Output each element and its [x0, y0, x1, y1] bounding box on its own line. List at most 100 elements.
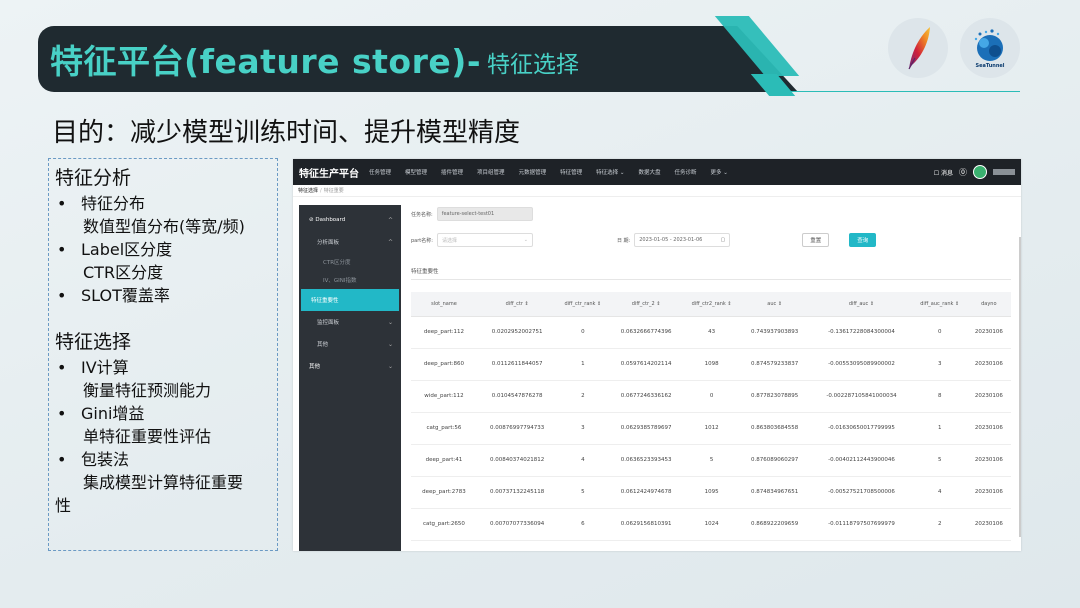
topbar-right: ☐ 消息 ⓪: [934, 165, 1015, 179]
table-cell: 5: [557, 476, 609, 509]
chevron-down-icon: ⌄: [387, 362, 393, 370]
table-cell: 1: [557, 348, 609, 381]
nav-item-task[interactable]: 任务管理: [369, 168, 391, 176]
table-row: deep_part:112 0.0202952002751 0 0.063266677…: [411, 316, 1011, 349]
query-button[interactable]: 查询: [849, 233, 877, 247]
table-cell: 0.0202952002751: [476, 316, 558, 349]
chevron-down-icon: ⌄: [523, 237, 528, 243]
bullet: •: [57, 358, 67, 377]
table-cell: -0.00553095089900002: [810, 348, 913, 381]
col-diff-ctr-rank[interactable]: diff_ctr_rank ⇕: [557, 292, 609, 317]
username-redacted[interactable]: [993, 169, 1015, 175]
col-diff-ctr[interactable]: diff_ctr ⇕: [476, 292, 558, 317]
avatar[interactable]: [973, 165, 987, 179]
table-cell: 5: [912, 444, 967, 477]
part-select[interactable]: 请选择 ⌄: [436, 233, 533, 247]
sidebar-item-importance[interactable]: 特征重要性: [301, 289, 399, 311]
table-cell: deep_part:41: [411, 444, 477, 477]
help-icon[interactable]: ⓪: [959, 167, 967, 178]
table-cell: 0.0612424974678: [608, 476, 685, 509]
sidebar-item-other-top[interactable]: 其他 ⌄: [299, 355, 401, 377]
table-cell: deep_part:112: [411, 316, 477, 349]
sidebar-item-dashboard[interactable]: ⊘ Dashboard ^: [299, 209, 401, 231]
table-cell: 2: [557, 380, 609, 413]
table-cell: -0.13617228084300004: [810, 316, 913, 349]
breadcrumb-item[interactable]: 特征选择: [298, 187, 318, 194]
table-cell: 0.0629156810391: [608, 508, 685, 541]
date-range-picker[interactable]: 2023-01-05 - 2023-01-06 ▢: [634, 233, 731, 247]
table-cell: 0.0636523393453: [608, 444, 685, 477]
col-diff-ctr2-rank[interactable]: diff_ctr2_rank ⇕: [684, 292, 740, 317]
title-underline: [780, 91, 1020, 92]
sidebar-item-monitor[interactable]: 监控面板 ⌄: [299, 311, 401, 333]
table-cell: 0.874834967651: [739, 476, 811, 509]
scrollbar[interactable]: [1019, 237, 1021, 537]
table-cell: 1098: [684, 348, 740, 381]
nav-item-project[interactable]: 项目组管理: [477, 168, 505, 176]
table-cell: 1: [912, 412, 967, 445]
table-cell: -0.00527521708500006: [810, 476, 913, 509]
task-name-input[interactable]: feature-select-test01: [436, 207, 533, 221]
nav-item-metadata[interactable]: 元数据管理: [519, 168, 547, 176]
sidebar-item-label: 监控面板: [317, 320, 340, 326]
nav-item-feature-select[interactable]: 特征选择 ⌄: [596, 168, 624, 176]
list-item: • Gini增益: [55, 402, 271, 425]
bullet: •: [57, 194, 67, 213]
filter-row-part: part名称: 请选择 ⌄ 日 期: 2023-01-05 - 2023-01-0…: [411, 231, 1011, 249]
list-item-label: SLOT覆盖率: [81, 286, 170, 305]
task-name-label: 任务名称:: [411, 211, 433, 218]
table-cell: 0.00840374021812: [476, 444, 558, 477]
sidebar-item-analysis[interactable]: 分析面板 ^: [299, 231, 401, 253]
table-cell: -0.00402112443900046: [810, 444, 913, 477]
col-diff-auc-rank[interactable]: diff_auc_rank ⇕: [912, 292, 967, 317]
message-button[interactable]: ☐ 消息: [934, 168, 953, 177]
nav-item-diagnosis[interactable]: 任务诊断: [674, 168, 696, 176]
table-cell: 0: [557, 316, 609, 349]
col-diff-ctr-2[interactable]: diff_ctr_2 ⇕: [608, 292, 685, 317]
app-body: ⊘ Dashboard ^ 分析面板 ^ CTR区分度 IV、GINI指数 特征重要…: [293, 197, 1021, 551]
nav-item-more[interactable]: 更多 ⌄: [710, 168, 727, 176]
col-auc[interactable]: auc ⇕: [739, 292, 811, 317]
col-diff-auc[interactable]: diff_auc ⇕: [810, 292, 913, 317]
sidebar-item-label: IV、GINI指数: [323, 278, 357, 284]
table-row: deep_part:41 0.00840374021812 4 0.063652339…: [411, 444, 1011, 477]
list-item-detail: 集成模型计算特征重要: [83, 473, 244, 492]
table-cell: 3: [912, 348, 967, 381]
sidebar-item-other[interactable]: 其他 ⌄: [299, 333, 401, 355]
col-dayno: dayno: [966, 292, 1011, 317]
table-cell: -0.002287105841000034: [810, 380, 913, 413]
table-row: deep_part:2783 0.00737132245118 5 0.0612424…: [411, 476, 1011, 509]
sidebar-item-label: ⊘ Dashboard: [309, 217, 346, 223]
app-main: 任务名称: feature-select-test01 part名称: 请选择 ⌄…: [401, 197, 1021, 551]
calendar-icon: ▢: [720, 237, 726, 243]
table-cell: 6: [557, 508, 609, 541]
reset-button[interactable]: 重置: [802, 233, 830, 247]
nav-item-feature[interactable]: 特征管理: [560, 168, 582, 176]
sidebar-item-iv-gini[interactable]: IV、GINI指数: [299, 271, 401, 289]
sidebar-item-label: 分析面板: [317, 240, 340, 246]
table-cell: deep_part:860: [411, 348, 477, 381]
chevron-up-icon: ^: [387, 216, 393, 224]
table-cell: 20230106: [966, 412, 1011, 445]
list-item-label: IV计算: [81, 358, 129, 377]
sidebar-item-ctr[interactable]: CTR区分度: [299, 253, 401, 271]
sidebar-item-label: 其他: [317, 342, 329, 348]
nav-item-plugin[interactable]: 插件管理: [441, 168, 463, 176]
app-brand: 特征生产平台: [299, 168, 359, 180]
list-item-detail: 衡量特征预测能力: [83, 381, 212, 400]
part-name-label: part名称:: [411, 237, 433, 244]
list-item: • SLOT覆盖率: [55, 284, 271, 307]
table-cell: 0: [684, 380, 740, 413]
table-cell: 0.00707077336094: [476, 508, 558, 541]
breadcrumb: 特征选择 / 特征重要: [293, 185, 1021, 197]
nav-item-model[interactable]: 模型管理: [405, 168, 427, 176]
feature-summary-box: 特征分析 • 特征分布 数值型值分布(等宽/频) • Label区分度 CTR区…: [48, 158, 278, 551]
filter-row-task: 任务名称: feature-select-test01: [411, 205, 1011, 223]
table-row: catg_part:56 0.00876997794733 3 0.062938578…: [411, 412, 1011, 445]
nav-item-dashboard[interactable]: 数据大盘: [638, 168, 660, 176]
top-nav: 任务管理 模型管理 插件管理 项目组管理 元数据管理 特征管理 特征选择 ⌄ 数…: [369, 168, 742, 176]
section-label-importance: 特征重要性: [411, 267, 1011, 280]
table-cell: -0.01630650017799995: [810, 412, 913, 445]
table-cell: 0.877823078895: [739, 380, 811, 413]
list-item: • 包装法: [55, 448, 271, 471]
